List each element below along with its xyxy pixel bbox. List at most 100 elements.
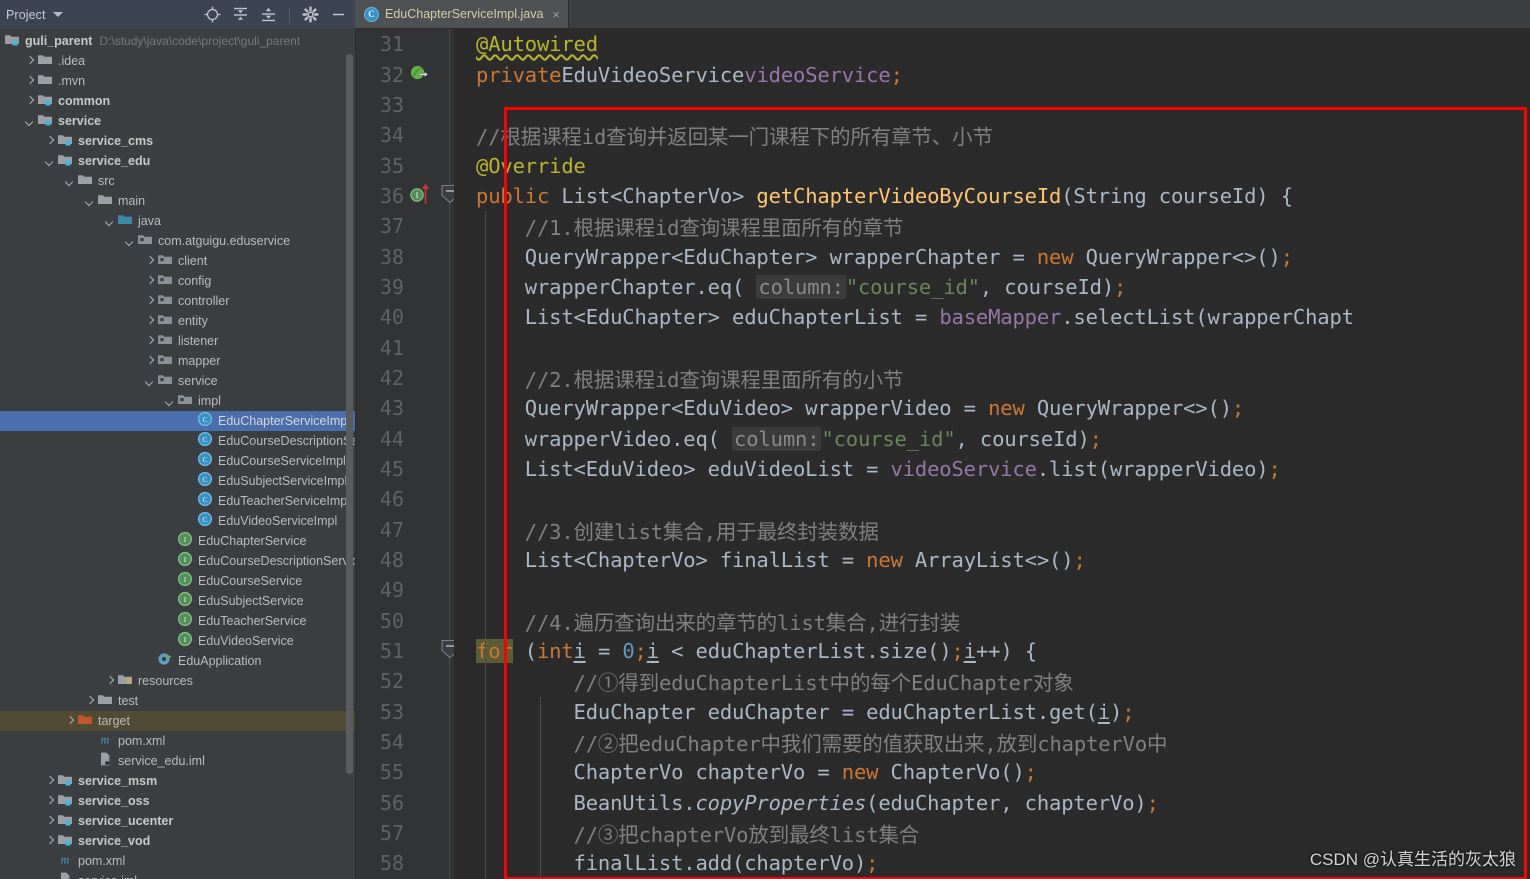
- gutter-line-42[interactable]: 42: [356, 363, 454, 393]
- gutter-line-37[interactable]: 37: [356, 211, 454, 241]
- tree-item-service-cms[interactable]: service_cms: [0, 131, 355, 151]
- code-line-33[interactable]: [454, 90, 1530, 120]
- tree-item-listener[interactable]: listener: [0, 331, 355, 351]
- gutter-line-32[interactable]: 32: [356, 59, 454, 89]
- gutter-line-56[interactable]: 56: [356, 788, 454, 818]
- tree-item-controller[interactable]: controller: [0, 291, 355, 311]
- code-line-52[interactable]: //①得到eduChapterList中的每个EduChapter对象: [454, 666, 1530, 696]
- tree-item-edusubjectserviceimpl[interactable]: C EduSubjectServiceImpl: [0, 471, 355, 491]
- expand-all-icon[interactable]: [232, 6, 249, 23]
- tree-item-service-edu[interactable]: service_edu: [0, 151, 355, 171]
- code-line-31[interactable]: @Autowired: [454, 29, 1530, 59]
- tree-item-eduvideoserviceimpl[interactable]: C EduVideoServiceImpl: [0, 511, 355, 531]
- project-panel-title[interactable]: Project: [6, 8, 46, 22]
- chevron-right-icon[interactable]: [24, 96, 35, 107]
- tree-item-eduapplication[interactable]: EduApplication: [0, 651, 355, 671]
- chevron-right-icon[interactable]: [24, 56, 35, 67]
- tree-item-educhapterservice[interactable]: I EduChapterService: [0, 531, 355, 551]
- spring-bean-icon[interactable]: [409, 63, 429, 87]
- code-line-56[interactable]: BeanUtils. copyProperties (eduChapter, cha…: [454, 788, 1530, 818]
- tree-item-entity[interactable]: entity: [0, 311, 355, 331]
- gutter-line-36[interactable]: 36 I: [356, 181, 459, 211]
- gutter-line-45[interactable]: 45: [356, 454, 454, 484]
- chevron-down-icon[interactable]: [84, 196, 95, 207]
- gutter-line-53[interactable]: 53: [356, 697, 454, 727]
- project-tree-panel[interactable]: guli_parent D:\study\java\code\project\gu…: [0, 29, 355, 879]
- chevron-right-icon[interactable]: [44, 776, 55, 787]
- gutter-line-43[interactable]: 43: [356, 393, 454, 423]
- tree-item-client[interactable]: client: [0, 251, 355, 271]
- chevron-right-icon[interactable]: [44, 796, 55, 807]
- gutter-line-35[interactable]: 35: [356, 150, 454, 180]
- gutter-line-39[interactable]: 39: [356, 272, 454, 302]
- code-line-45[interactable]: List<EduVideo> eduVideoList = videoServi…: [454, 454, 1530, 484]
- tree-item-test[interactable]: test: [0, 691, 355, 711]
- chevron-right-icon[interactable]: [144, 276, 155, 287]
- chevron-down-icon[interactable]: [124, 236, 135, 247]
- tree-item-service-iml[interactable]: service.iml: [0, 871, 355, 879]
- implementing-method-icon[interactable]: I: [409, 182, 435, 210]
- gutter-line-38[interactable]: 38: [356, 241, 454, 271]
- chevron-right-icon[interactable]: [44, 136, 55, 147]
- chevron-right-icon[interactable]: [24, 76, 35, 87]
- tree-item-mvn[interactable]: .mvn: [0, 71, 355, 91]
- tree-item-service-edu-iml[interactable]: service_edu.iml: [0, 751, 355, 771]
- collapse-all-icon[interactable]: [260, 6, 277, 23]
- gutter-line-48[interactable]: 48: [356, 545, 454, 575]
- editor-gutter[interactable]: 31 32 33 34 35 36 I 37 38 39 40 41 42 43 44 45 46 47 48 49 5…: [356, 29, 459, 879]
- tree-item-pom-xml[interactable]: m pom.xml: [0, 731, 355, 751]
- chevron-down-icon[interactable]: [52, 12, 63, 17]
- code-line-36[interactable]: public List<ChapterVo> getChapterVideoBy…: [454, 181, 1530, 211]
- chevron-right-icon[interactable]: [144, 356, 155, 367]
- chevron-right-icon[interactable]: [44, 836, 55, 847]
- code-line-46[interactable]: [454, 484, 1530, 514]
- settings-gear-icon[interactable]: [302, 6, 319, 23]
- code-line-43[interactable]: QueryWrapper<EduVideo> wrapperVideo = ne…: [454, 393, 1530, 423]
- gutter-line-44[interactable]: 44: [356, 423, 454, 453]
- chevron-down-icon[interactable]: [44, 156, 55, 167]
- tree-item-service[interactable]: service: [0, 371, 355, 391]
- gutter-line-49[interactable]: 49: [356, 575, 454, 605]
- gutter-line-31[interactable]: 31: [356, 29, 454, 59]
- chevron-right-icon[interactable]: [144, 316, 155, 327]
- gutter-line-47[interactable]: 47: [356, 515, 454, 545]
- tree-item-service-vod[interactable]: service_vod: [0, 831, 355, 851]
- chevron-down-icon[interactable]: [64, 176, 75, 187]
- tree-item-service-ucenter[interactable]: service_ucenter: [0, 811, 355, 831]
- tree-item-educoursedescriptionservice[interactable]: C EduCourseDescriptionService: [0, 431, 355, 451]
- chevron-down-icon[interactable]: [104, 216, 115, 227]
- code-line-41[interactable]: [454, 332, 1530, 362]
- tree-item-config[interactable]: config: [0, 271, 355, 291]
- tree-item-idea[interactable]: .idea: [0, 51, 355, 71]
- chevron-right-icon[interactable]: [84, 696, 95, 707]
- gutter-line-40[interactable]: 40: [356, 302, 454, 332]
- tree-item-educhapterserviceimpl[interactable]: C EduChapterServiceImpl: [0, 411, 355, 431]
- tree-item-eduteacherserviceimpl[interactable]: C EduTeacherServiceImpl: [0, 491, 355, 511]
- code-line-47[interactable]: //3.创建list集合,用于最终封装数据: [454, 515, 1530, 545]
- tree-item-educoursedescriptionservice[interactable]: I EduCourseDescriptionService: [0, 551, 355, 571]
- code-line-35[interactable]: @Override: [454, 150, 1530, 180]
- code-line-44[interactable]: wrapperVideo.eq( column: "course_id", co…: [454, 423, 1530, 453]
- tree-item-educourseservice[interactable]: I EduCourseService: [0, 571, 355, 591]
- tree-item-service-msm[interactable]: service_msm: [0, 771, 355, 791]
- chevron-right-icon[interactable]: [104, 676, 115, 687]
- chevron-right-icon[interactable]: [44, 816, 55, 827]
- tree-item-educourseserviceimpl[interactable]: C EduCourseServiceImpl: [0, 451, 355, 471]
- project-tree-scrollbar[interactable]: [346, 54, 353, 774]
- tree-item-service[interactable]: service: [0, 111, 355, 131]
- chevron-right-icon[interactable]: [144, 336, 155, 347]
- tree-item-common[interactable]: common: [0, 91, 355, 111]
- tree-item-impl[interactable]: impl: [0, 391, 355, 411]
- editor-tab-educhapterserviceimpl[interactable]: C EduChapterServiceImpl.java ×: [355, 0, 570, 28]
- gutter-line-54[interactable]: 54: [356, 727, 454, 757]
- editor-code-area[interactable]: @Autowired private EduVideoService videoS…: [454, 29, 1530, 879]
- tree-item-src[interactable]: src: [0, 171, 355, 191]
- code-line-54[interactable]: //②把eduChapter中我们需要的值获取出来,放到chapterVo中: [454, 727, 1530, 757]
- tree-root-row[interactable]: guli_parent D:\study\java\code\project\gu…: [0, 31, 355, 51]
- tree-item-service-oss[interactable]: service_oss: [0, 791, 355, 811]
- gutter-line-46[interactable]: 46: [356, 484, 454, 514]
- tree-item-target[interactable]: target: [0, 711, 355, 731]
- code-line-37[interactable]: //1.根据课程id查询课程里面所有的章节: [454, 211, 1530, 241]
- gutter-line-52[interactable]: 52: [356, 666, 454, 696]
- gutter-line-41[interactable]: 41: [356, 332, 454, 362]
